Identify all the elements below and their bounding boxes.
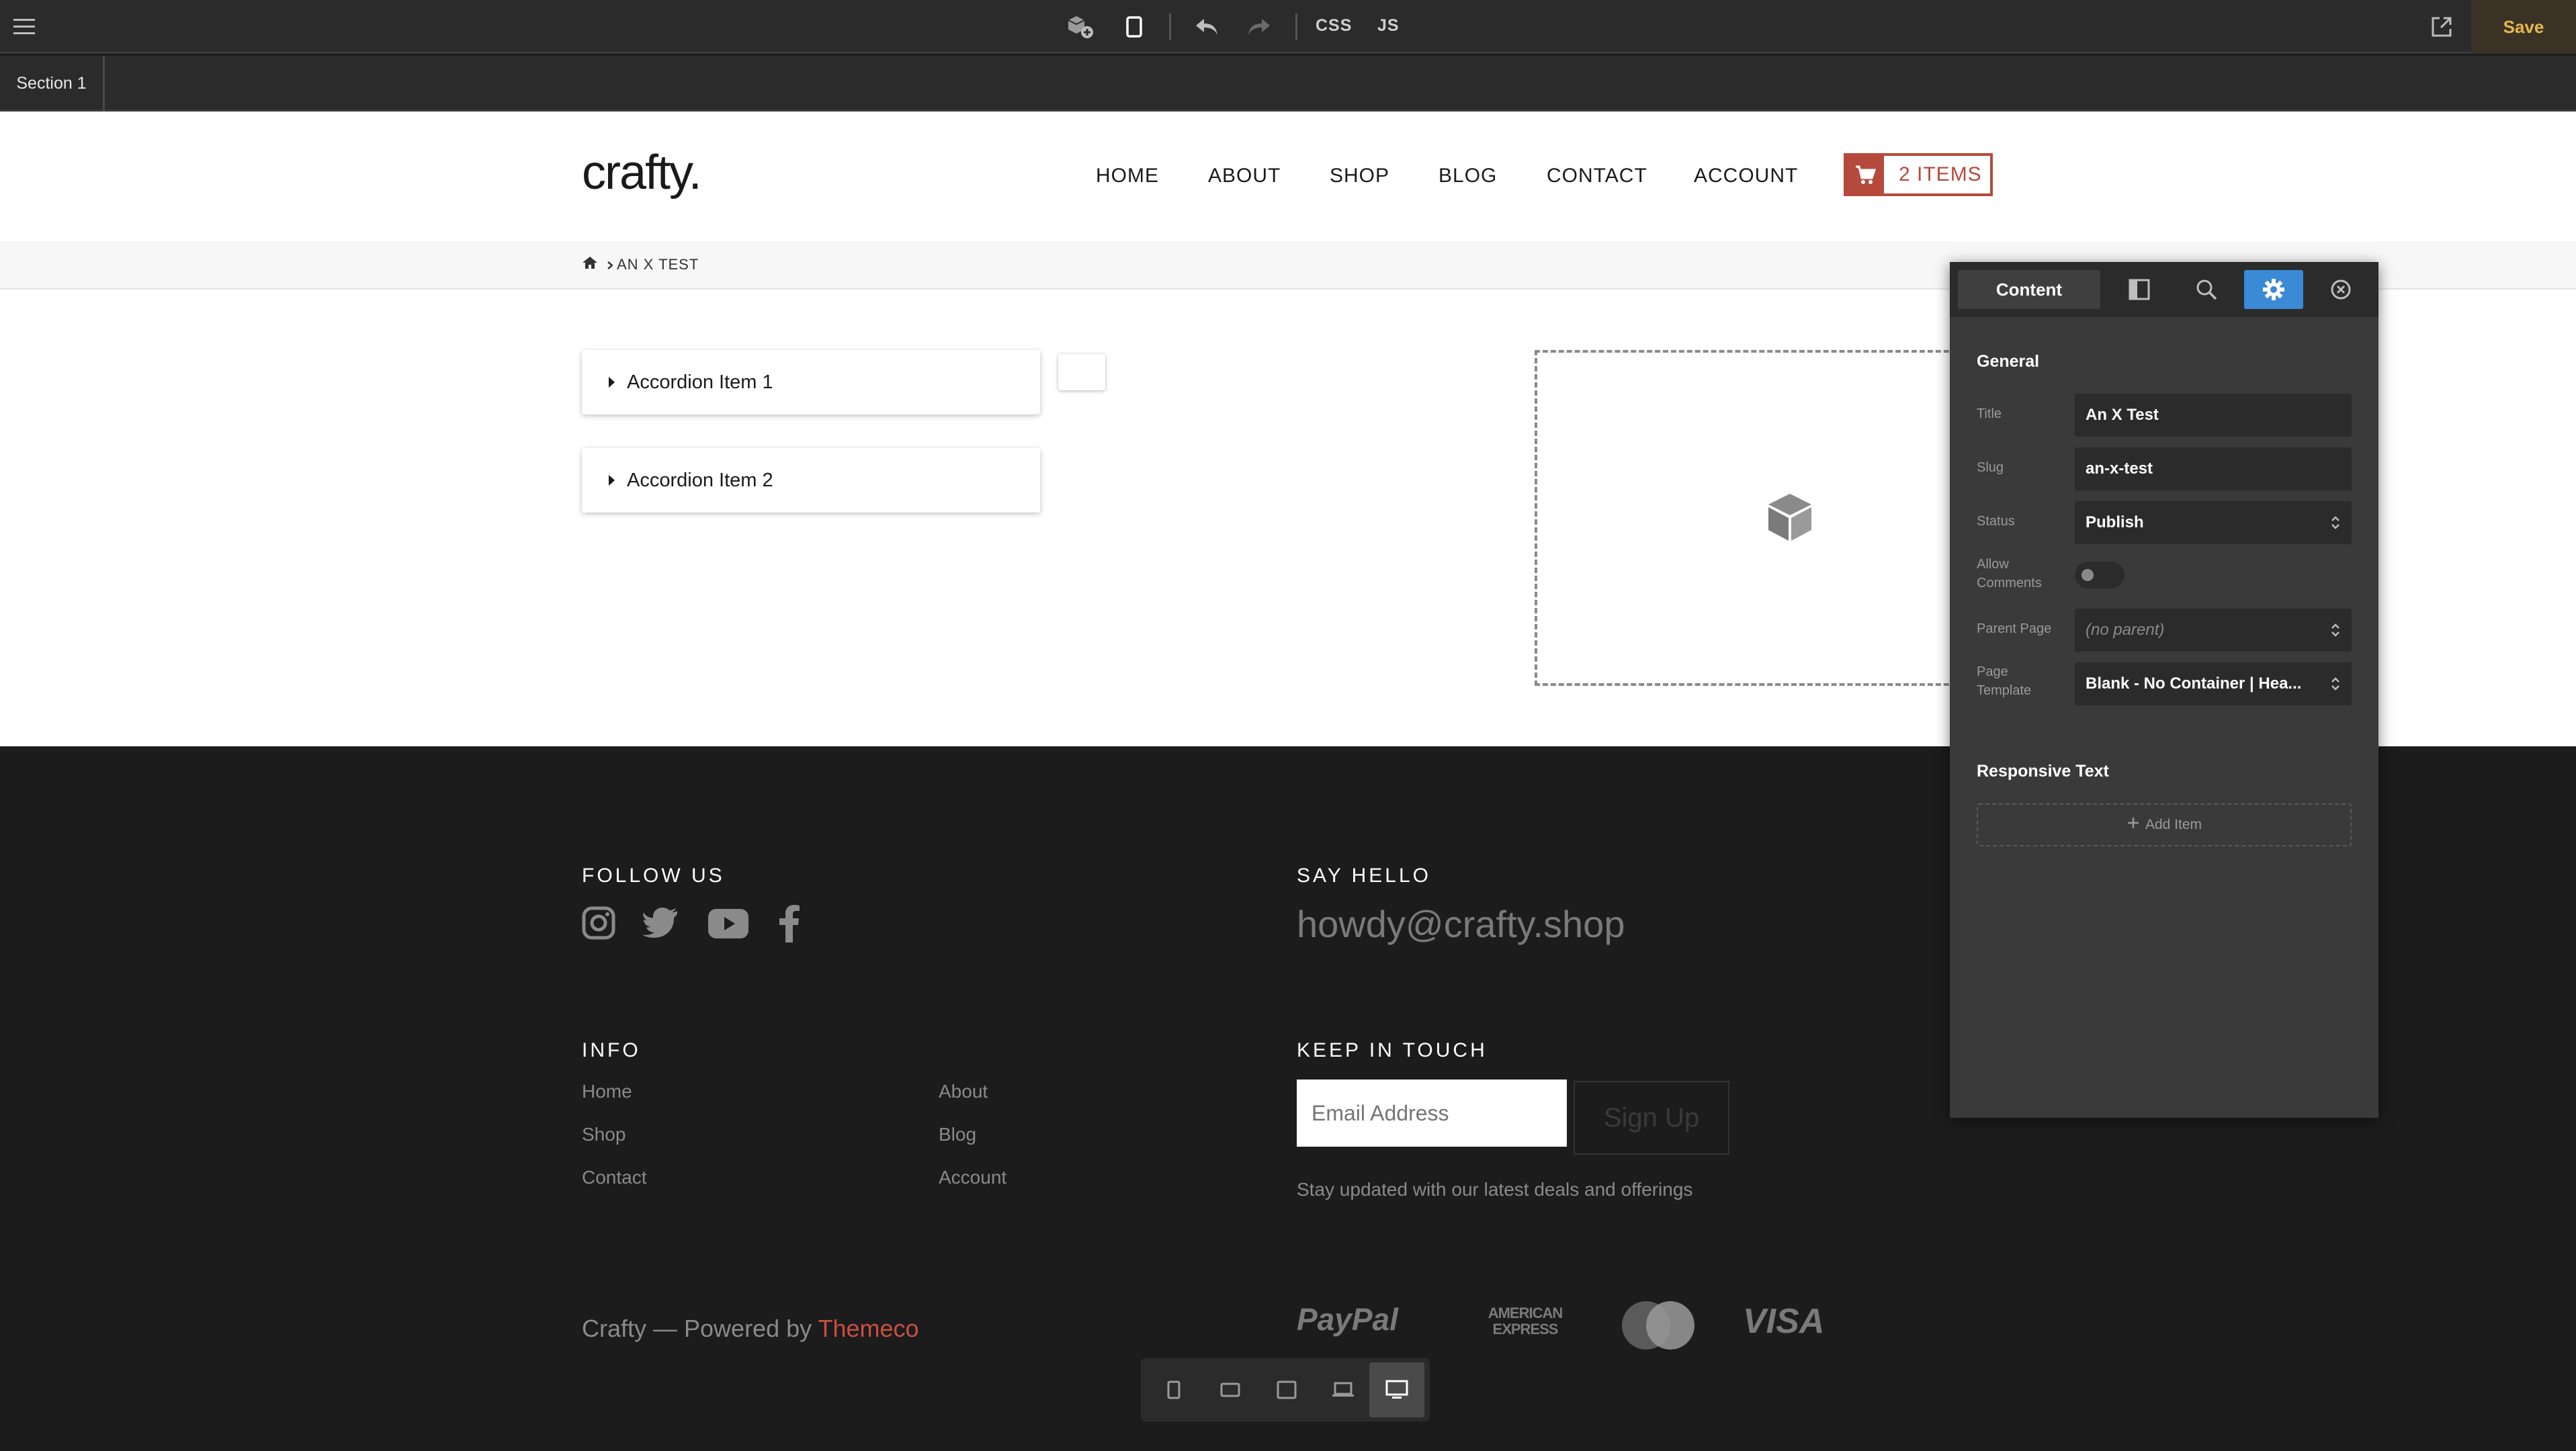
footer-link-shop[interactable]: Shop bbox=[582, 1124, 626, 1145]
tab-content[interactable]: Content bbox=[1958, 270, 2100, 309]
nav-shop[interactable]: SHOP bbox=[1330, 165, 1389, 187]
slug-field[interactable]: an-x-test bbox=[2075, 447, 2352, 490]
newsletter-email-input[interactable] bbox=[1297, 1080, 1567, 1147]
keep-in-touch-heading: KEEP IN TOUCH bbox=[1297, 1039, 1488, 1061]
twitter-icon[interactable] bbox=[642, 908, 679, 942]
cart-button[interactable]: 2 ITEMS bbox=[1844, 153, 1993, 196]
nav-blog[interactable]: BLOG bbox=[1439, 165, 1497, 187]
footer-link-account[interactable]: Account bbox=[939, 1167, 1006, 1188]
title-label: Title bbox=[1977, 406, 2002, 421]
caret-right-icon bbox=[609, 377, 615, 388]
page-template-select[interactable]: Blank - No Container | Hea... bbox=[2075, 662, 2352, 705]
toolbar-divider bbox=[1295, 13, 1297, 40]
contact-email[interactable]: howdy@crafty.shop bbox=[1297, 902, 1625, 946]
sign-up-button[interactable]: Sign Up bbox=[1574, 1081, 1729, 1155]
select-arrows-icon bbox=[2330, 622, 2341, 643]
status-select[interactable]: Publish bbox=[2075, 501, 2352, 544]
breadcrumb-separator-icon bbox=[607, 256, 613, 273]
mobile-preview-icon[interactable] bbox=[1118, 11, 1150, 43]
site-logo[interactable]: crafty. bbox=[582, 145, 702, 200]
themeco-link[interactable]: Themeco bbox=[818, 1315, 918, 1342]
amex-logo: AMERICAN EXPRESS bbox=[1488, 1305, 1563, 1337]
parent-page-select[interactable]: (no parent) bbox=[2075, 609, 2352, 652]
menu-icon[interactable] bbox=[8, 11, 40, 43]
add-item-button[interactable]: Add Item bbox=[1977, 803, 2352, 846]
footer-link-about[interactable]: About bbox=[939, 1081, 988, 1102]
external-link-icon[interactable] bbox=[2425, 11, 2458, 43]
section-tab[interactable]: Section 1 bbox=[0, 56, 105, 112]
search-icon[interactable] bbox=[2177, 270, 2236, 309]
nav-contact[interactable]: CONTACT bbox=[1547, 165, 1647, 187]
site-header: crafty. HOME ABOUT SHOP BLOG CONTACT ACC… bbox=[0, 112, 2576, 241]
plus-icon bbox=[2127, 816, 2140, 834]
laptop-icon[interactable] bbox=[1316, 1362, 1371, 1417]
panel-tabs: Content bbox=[1950, 262, 2378, 317]
breadcrumb-current: AN X TEST bbox=[617, 256, 699, 273]
home-icon[interactable] bbox=[582, 256, 598, 273]
accordion-item-1[interactable]: Accordion Item 1 bbox=[582, 350, 1040, 414]
footer-link-contact[interactable]: Contact bbox=[582, 1167, 647, 1188]
empty-element[interactable] bbox=[1058, 354, 1105, 390]
responsive-text-heading: Responsive Text bbox=[1977, 762, 2109, 781]
allow-comments-toggle[interactable] bbox=[2075, 562, 2124, 588]
save-button[interactable]: Save bbox=[2471, 0, 2576, 54]
slug-label: Slug bbox=[1977, 460, 2004, 475]
footer-link-home[interactable]: Home bbox=[582, 1081, 632, 1102]
breadcrumb: AN X TEST bbox=[582, 256, 699, 273]
undo-icon[interactable] bbox=[1191, 11, 1223, 43]
select-arrows-icon bbox=[2330, 515, 2341, 535]
page-template-label: Page Template bbox=[1977, 664, 2032, 698]
cart-icon bbox=[1846, 156, 1884, 193]
facebook-icon[interactable] bbox=[779, 905, 800, 946]
settings-panel: Content General Title An X Test Slug an-… bbox=[1950, 262, 2378, 1118]
add-item-label: Add Item bbox=[2145, 817, 2202, 832]
section-bar: Section 1 bbox=[0, 56, 2576, 112]
parent-page-label: Parent Page bbox=[1977, 621, 2052, 636]
redo-icon[interactable] bbox=[1243, 11, 1275, 43]
footer-link-blog[interactable]: Blog bbox=[939, 1124, 976, 1145]
paypal-logo: PayPal bbox=[1297, 1302, 1398, 1337]
youtube-icon[interactable] bbox=[708, 909, 748, 942]
nav-account[interactable]: ACCOUNT bbox=[1694, 165, 1798, 187]
add-element-icon[interactable] bbox=[1064, 11, 1097, 43]
visa-logo: VISA bbox=[1743, 1302, 1825, 1341]
nav-about[interactable]: ABOUT bbox=[1208, 165, 1281, 187]
status-value: Publish bbox=[2086, 513, 2144, 531]
status-label: Status bbox=[1977, 514, 2015, 529]
layout-panel-icon[interactable] bbox=[2110, 270, 2169, 309]
powered-prefix: Crafty — Powered by bbox=[582, 1315, 818, 1342]
allow-comments-label: Allow Comments bbox=[1977, 557, 2042, 590]
say-hello-heading: SAY HELLO bbox=[1297, 865, 1431, 887]
close-icon[interactable] bbox=[2311, 270, 2370, 309]
builder-toolbar: CSS JS Save bbox=[0, 0, 2576, 54]
mastercard-logo bbox=[1621, 1300, 1696, 1354]
accordion-item-2[interactable]: Accordion Item 2 bbox=[582, 448, 1040, 513]
tablet-icon[interactable] bbox=[1259, 1362, 1314, 1417]
page-template-value: Blank - No Container | Hea... bbox=[2086, 674, 2302, 693]
accordion-item-label: Accordion Item 2 bbox=[627, 469, 773, 491]
desktop-icon[interactable] bbox=[1369, 1362, 1424, 1417]
js-button[interactable]: JS bbox=[1377, 16, 1400, 36]
accordion-item-label: Accordion Item 1 bbox=[627, 371, 773, 393]
title-field[interactable]: An X Test bbox=[2075, 394, 2352, 437]
toggle-knob bbox=[2081, 569, 2094, 581]
phone-landscape-icon[interactable] bbox=[1203, 1362, 1258, 1417]
info-heading: INFO bbox=[582, 1039, 641, 1061]
instagram-icon[interactable] bbox=[582, 906, 615, 943]
parent-page-value: (no parent) bbox=[2086, 621, 2165, 639]
cube-icon bbox=[1763, 490, 1817, 547]
newsletter-description: Stay updated with our latest deals and o… bbox=[1297, 1179, 1693, 1200]
select-arrows-icon bbox=[2330, 676, 2341, 697]
gear-icon[interactable] bbox=[2244, 270, 2303, 309]
css-button[interactable]: CSS bbox=[1316, 16, 1352, 36]
phone-portrait-icon[interactable] bbox=[1146, 1362, 1201, 1417]
cart-count-label: 2 ITEMS bbox=[1899, 163, 1982, 185]
toolbar-divider bbox=[1169, 13, 1171, 40]
follow-us-heading: FOLLOW US bbox=[582, 865, 725, 887]
device-preview-bar bbox=[1141, 1358, 1430, 1421]
powered-by-text: Crafty — Powered by Themeco bbox=[582, 1315, 919, 1343]
nav-home[interactable]: HOME bbox=[1096, 165, 1159, 187]
general-heading: General bbox=[1977, 352, 2040, 371]
caret-right-icon bbox=[609, 475, 615, 486]
